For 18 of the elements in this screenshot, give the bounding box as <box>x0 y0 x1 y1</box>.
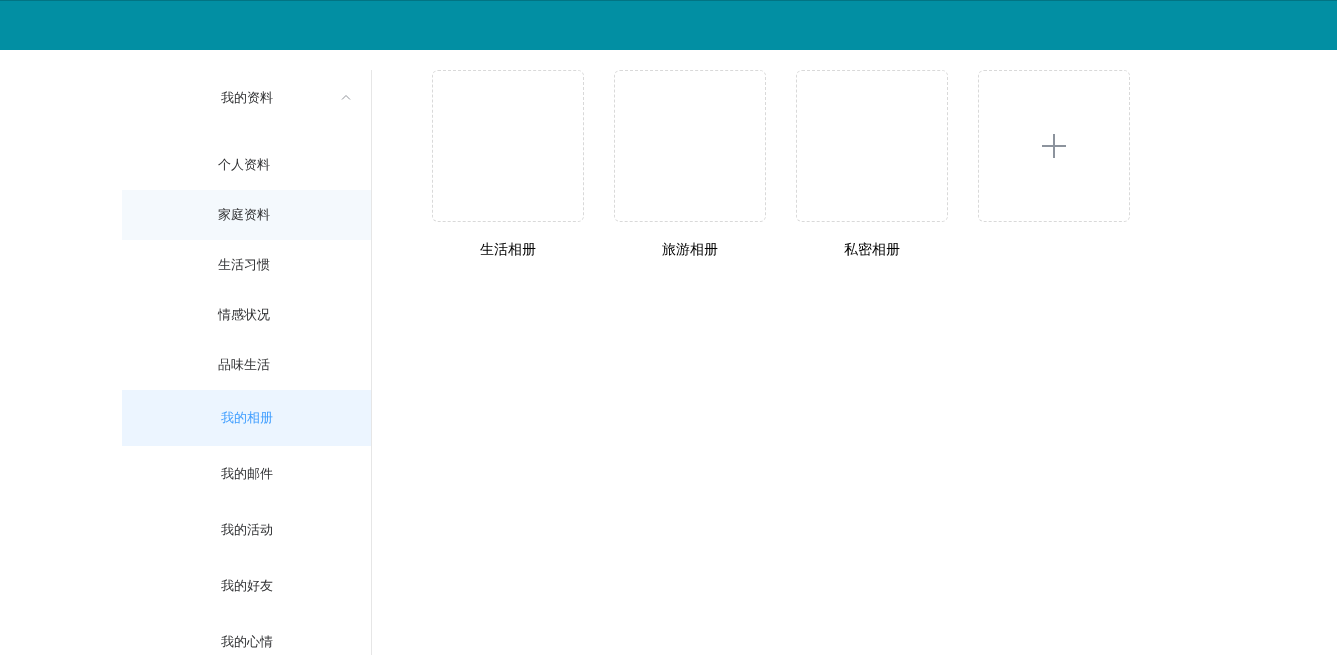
menu-group-title[interactable]: 我的资料 <box>122 70 371 126</box>
submenu-item[interactable]: 个人资料 <box>122 140 371 190</box>
album-title: 旅游相册 <box>662 241 718 259</box>
album-title: 私密相册 <box>844 241 900 259</box>
add-album-button[interactable] <box>978 70 1130 222</box>
menu-item[interactable]: 我的活动 <box>122 502 371 558</box>
submenu-item[interactable]: 品味生活 <box>122 340 371 390</box>
menu-item[interactable]: 我的邮件 <box>122 446 371 502</box>
album-title: 生活相册 <box>480 241 536 259</box>
plus-icon <box>1042 134 1066 158</box>
album-cover[interactable] <box>796 70 948 222</box>
album-cover[interactable] <box>432 70 584 222</box>
submenu-item[interactable]: 生活习惯 <box>122 240 371 290</box>
submenu-item[interactable]: 家庭资料 <box>122 190 371 240</box>
submenu-item[interactable]: 情感状况 <box>122 290 371 340</box>
menu-item[interactable]: 我的心情 <box>122 614 371 655</box>
menu-item[interactable]: 我的好友 <box>122 558 371 614</box>
album-cover[interactable] <box>614 70 766 222</box>
